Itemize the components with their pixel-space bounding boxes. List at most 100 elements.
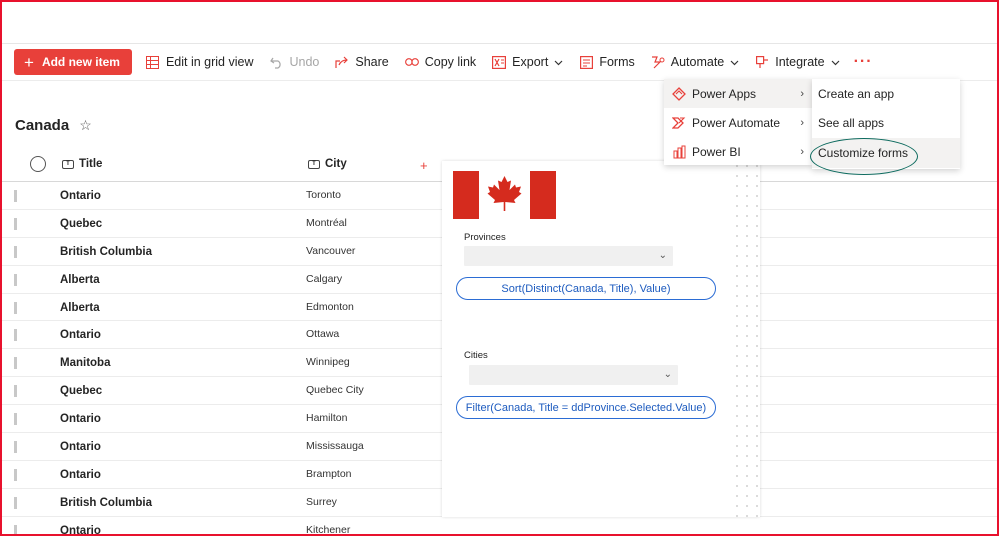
menu-item-see-all-apps[interactable]: See all apps xyxy=(812,109,960,139)
row-title: Alberta xyxy=(60,273,100,286)
menu-item-power-apps[interactable]: Power Apps › xyxy=(664,79,812,108)
automate-button[interactable]: Automate xyxy=(651,55,740,69)
row-title: Quebec xyxy=(60,217,103,230)
grid-icon xyxy=(146,55,160,69)
more-icon: ··· xyxy=(853,53,873,70)
export-button[interactable]: Export xyxy=(492,55,563,69)
select-all-checkbox[interactable] xyxy=(30,156,46,172)
row-title: Manitoba xyxy=(60,357,111,370)
integrate-icon xyxy=(755,55,769,69)
menu-item-customize-forms[interactable]: Customize forms xyxy=(812,138,960,168)
row-city: Calgary xyxy=(306,272,343,285)
row-selector[interactable] xyxy=(14,524,17,536)
row-city: Edmonton xyxy=(306,300,354,313)
excel-icon xyxy=(492,55,507,69)
edit-in-grid-view-label: Edit in grid view xyxy=(165,55,254,69)
row-selector[interactable] xyxy=(14,385,17,398)
row-title: Alberta xyxy=(60,301,100,314)
cities-formula: Filter(Canada, Title = ddProvince.Select… xyxy=(456,396,716,419)
table-row[interactable]: Ontario Kitchener xyxy=(2,517,997,536)
row-city: Toronto xyxy=(306,189,342,201)
row-title: British Columbia xyxy=(60,496,153,509)
add-new-item-button[interactable]: + Add new item xyxy=(14,49,132,75)
cities-dropdown[interactable]: ⌄ xyxy=(469,365,678,385)
row-selector[interactable] xyxy=(14,273,17,286)
chevron-down-icon xyxy=(554,55,563,69)
integrate-button[interactable]: Integrate xyxy=(755,55,840,69)
export-label: Export xyxy=(512,55,549,69)
canada-flag-image xyxy=(453,171,556,219)
page-title: Canada xyxy=(15,117,70,134)
undo-label: Undo xyxy=(289,55,320,69)
chevron-down-icon xyxy=(831,55,840,69)
row-city: Ottawa xyxy=(306,328,340,341)
forms-button[interactable]: Forms xyxy=(579,55,635,69)
row-selector[interactable] xyxy=(14,245,17,258)
power-apps-submenu: Create an app See all apps Customize for… xyxy=(812,79,960,169)
integrate-label: Integrate xyxy=(775,55,825,69)
suite-header xyxy=(2,2,997,44)
row-city: Vancouver xyxy=(306,244,356,257)
row-selector[interactable] xyxy=(14,190,17,202)
row-title: Ontario xyxy=(60,441,101,454)
row-city: Winnipeg xyxy=(306,356,350,369)
forms-icon xyxy=(579,55,593,69)
chevron-down-icon: ⌄ xyxy=(663,369,672,380)
chevron-right-icon: › xyxy=(800,145,804,158)
integrate-menu: Power Apps › Power Automate › Power BI › xyxy=(664,79,812,165)
menu-item-power-automate[interactable]: Power Automate › xyxy=(664,108,812,137)
row-selector[interactable] xyxy=(14,329,17,342)
provinces-formula: Sort(Distinct(Canada, Title), Value) xyxy=(456,277,716,300)
row-title: Ontario xyxy=(60,329,101,342)
provinces-dropdown[interactable]: ⌄ xyxy=(464,246,673,266)
favorite-star-icon[interactable]: ☆ xyxy=(79,117,92,134)
menu-item-label: Power Automate xyxy=(692,115,781,130)
automate-icon xyxy=(651,55,665,69)
add-column-button[interactable]: + xyxy=(420,158,428,173)
chevron-right-icon: › xyxy=(800,87,804,100)
row-title: Ontario xyxy=(60,524,101,536)
column-header-city-label: City xyxy=(325,158,347,170)
chevron-right-icon: › xyxy=(800,116,804,129)
row-selector[interactable] xyxy=(14,217,17,230)
row-selector[interactable] xyxy=(14,496,17,509)
row-selector[interactable] xyxy=(14,413,17,426)
menu-item-power-bi[interactable]: Power BI › xyxy=(664,137,812,165)
row-city: Mississauga xyxy=(306,440,364,453)
chevron-down-icon: ⌄ xyxy=(658,250,667,261)
command-bar: + Add new item Edit in grid view Undo Sh… xyxy=(14,48,889,76)
row-city: Kitchener xyxy=(306,523,351,536)
row-city: Montréal xyxy=(306,216,347,229)
text-column-icon: T xyxy=(62,159,74,169)
row-selector[interactable] xyxy=(14,468,17,481)
menu-item-label: Power BI xyxy=(692,144,741,159)
power-apps-form-panel: Provinces ⌄ Sort(Distinct(Canada, Title)… xyxy=(442,161,760,517)
forms-label: Forms xyxy=(599,55,635,69)
menu-item-label: Power Apps xyxy=(692,86,757,101)
undo-icon xyxy=(270,55,284,69)
row-selector[interactable] xyxy=(14,301,17,314)
share-button[interactable]: Share xyxy=(335,55,389,69)
power-apps-icon xyxy=(672,86,686,101)
share-label: Share xyxy=(355,55,389,69)
more-options-button[interactable]: ··· xyxy=(854,53,873,71)
text-column-icon: T xyxy=(308,159,320,169)
edit-in-grid-view-button[interactable]: Edit in grid view xyxy=(146,55,254,69)
provinces-label: Provinces xyxy=(464,232,506,243)
share-icon xyxy=(335,55,349,69)
copy-link-label: Copy link xyxy=(424,55,477,69)
row-title: Quebec xyxy=(60,385,103,398)
column-header-title[interactable]: T Title xyxy=(62,158,102,170)
row-city: Quebec City xyxy=(306,384,364,397)
form-canvas: Provinces ⌄ Sort(Distinct(Canada, Title)… xyxy=(442,161,728,517)
menu-item-create-an-app[interactable]: Create an app xyxy=(812,79,960,109)
copy-link-button[interactable]: Copy link xyxy=(404,55,477,69)
automate-label: Automate xyxy=(670,55,725,69)
row-selector[interactable] xyxy=(14,441,17,454)
undo-button[interactable]: Undo xyxy=(270,55,320,69)
add-new-item-label: Add new item xyxy=(41,55,120,69)
row-selector[interactable] xyxy=(14,357,17,370)
row-city: Hamilton xyxy=(306,412,348,425)
column-header-city[interactable]: T City xyxy=(308,158,347,170)
chevron-down-icon xyxy=(730,55,739,69)
